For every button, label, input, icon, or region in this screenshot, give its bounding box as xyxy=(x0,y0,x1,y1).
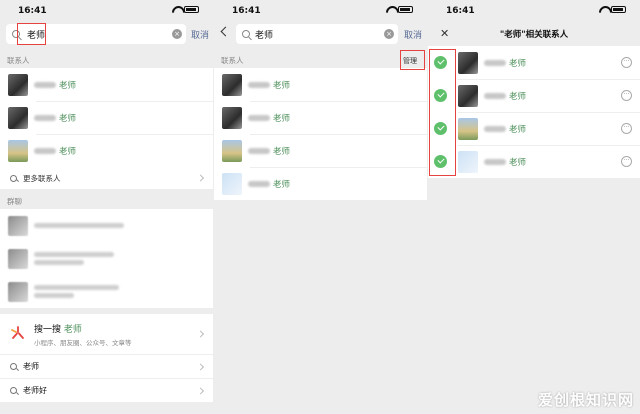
status-bar: 16:41 xyxy=(428,0,640,22)
contact-match: 老师 xyxy=(59,113,77,124)
highlight-box xyxy=(400,50,425,70)
status-time: 16:41 xyxy=(446,6,475,16)
related-contacts-panel: 16:41 ✕ "老师"相关联系人 老师 ··· 老师 ··· 老师 ··· 老… xyxy=(428,0,640,414)
avatar xyxy=(222,73,242,96)
search-input[interactable]: 老师 × xyxy=(236,24,398,44)
sousou-title: 搜一搜 xyxy=(34,325,62,335)
selectable-contact-row[interactable]: 老师 ··· xyxy=(428,79,640,112)
more-contacts-label: 更多联系人 xyxy=(23,173,61,183)
contact-match: 老师 xyxy=(273,113,291,124)
avatar xyxy=(458,117,478,140)
sousou-highlight: 老师 xyxy=(63,325,82,335)
search-icon xyxy=(242,30,250,38)
contact-row[interactable]: 老师 xyxy=(214,101,427,134)
avatar xyxy=(8,248,28,269)
avatar xyxy=(222,139,242,162)
chevron-right-icon xyxy=(196,386,205,395)
contact-row[interactable]: 老师 xyxy=(0,134,213,167)
highlight-box xyxy=(429,49,456,176)
cancel-button[interactable]: 取消 xyxy=(191,28,209,41)
avatar xyxy=(222,106,242,129)
contact-row[interactable]: 老师 xyxy=(214,68,427,101)
contacts-header: 联系人 xyxy=(221,56,244,65)
wifi-icon xyxy=(599,6,608,13)
status-bar: 16:41 xyxy=(214,0,427,22)
contact-match: 老师 xyxy=(59,146,77,157)
contacts-results-panel: 16:41 老师 × 取消 联系人 管理 老师 老师 老师 老师 xyxy=(214,0,427,414)
contact-match: 老师 xyxy=(509,91,527,102)
selectable-contact-row[interactable]: 老师 ··· xyxy=(428,46,640,79)
avatar xyxy=(458,51,478,74)
search-query: 老师 xyxy=(255,31,274,41)
more-options-icon[interactable]: ··· xyxy=(621,156,632,167)
avatar xyxy=(8,73,28,96)
contact-row[interactable]: 老师 xyxy=(214,134,427,167)
search-results-panel: 16:41 老师 × 取消 联系人 老师 老师 老师 更多联系人 群聊 搜一搜 … xyxy=(0,0,213,414)
group-row[interactable] xyxy=(0,242,213,275)
contact-match: 老师 xyxy=(509,157,527,168)
more-contacts-link[interactable]: 更多联系人 xyxy=(0,167,213,189)
chevron-right-icon xyxy=(196,330,205,338)
chevron-right-icon xyxy=(196,362,205,371)
cancel-button[interactable]: 取消 xyxy=(404,28,422,41)
contact-row[interactable]: 老师 xyxy=(214,167,427,200)
contact-row[interactable]: 老师 xyxy=(0,101,213,134)
chevron-right-icon xyxy=(196,174,205,182)
sousou-search-entry[interactable]: 搜一搜 老师 小程序、朋友圈、公众号、文章等 xyxy=(0,314,213,354)
avatar xyxy=(8,281,28,302)
suggestion-label: 老师好 xyxy=(23,386,47,395)
clear-icon[interactable]: × xyxy=(172,29,182,39)
more-options-icon[interactable]: ··· xyxy=(621,90,632,101)
search-icon xyxy=(10,363,17,370)
page-title: "老师"相关联系人 xyxy=(499,30,569,40)
sousou-subtitle: 小程序、朋友圈、公众号、文章等 xyxy=(34,339,132,347)
wifi-icon xyxy=(172,6,181,13)
more-options-icon[interactable]: ··· xyxy=(621,57,632,68)
suggestion-label: 老师 xyxy=(23,362,39,371)
contact-row[interactable]: 老师 xyxy=(0,68,213,101)
battery-icon xyxy=(398,6,413,13)
contact-match: 老师 xyxy=(509,124,527,135)
wifi-icon xyxy=(386,6,395,13)
suggestion-item[interactable]: 老师 xyxy=(0,354,213,378)
group-row[interactable] xyxy=(0,209,213,242)
battery-icon xyxy=(611,6,626,13)
avatar xyxy=(458,150,478,173)
avatar xyxy=(222,172,242,195)
highlight-box xyxy=(17,23,46,45)
watermark: 爱创根知识网 xyxy=(537,391,634,409)
contact-match: 老师 xyxy=(273,179,291,190)
status-time: 16:41 xyxy=(232,6,261,16)
status-bar: 16:41 xyxy=(0,0,213,22)
selectable-contact-row[interactable]: 老师 ··· xyxy=(428,112,640,145)
contact-match: 老师 xyxy=(273,146,291,157)
sousou-logo-icon xyxy=(11,326,24,339)
contact-match: 老师 xyxy=(273,80,291,91)
contacts-header: 联系人 xyxy=(7,56,30,65)
clear-icon[interactable]: × xyxy=(384,29,394,39)
search-icon xyxy=(10,387,17,394)
contact-match: 老师 xyxy=(509,58,527,69)
contact-match: 老师 xyxy=(59,80,77,91)
avatar xyxy=(8,139,28,162)
battery-icon xyxy=(184,6,199,13)
back-arrow-icon[interactable] xyxy=(220,26,231,37)
suggestion-item[interactable]: 老师好 xyxy=(0,378,213,402)
selectable-contacts-list: 老师 ··· 老师 ··· 老师 ··· 老师 ··· xyxy=(428,46,640,178)
avatar xyxy=(458,84,478,107)
more-options-icon[interactable]: ··· xyxy=(621,123,632,134)
groups-header: 群聊 xyxy=(7,197,22,206)
group-row[interactable] xyxy=(0,275,213,308)
contacts-list: 老师 老师 老师 老师 xyxy=(214,68,427,200)
avatar xyxy=(8,215,28,236)
selectable-contact-row[interactable]: 老师 ··· xyxy=(428,145,640,178)
contacts-list: 老师 老师 老师 xyxy=(0,68,213,167)
groups-list xyxy=(0,209,213,308)
search-icon xyxy=(10,174,17,182)
avatar xyxy=(8,106,28,129)
status-time: 16:41 xyxy=(18,6,47,16)
